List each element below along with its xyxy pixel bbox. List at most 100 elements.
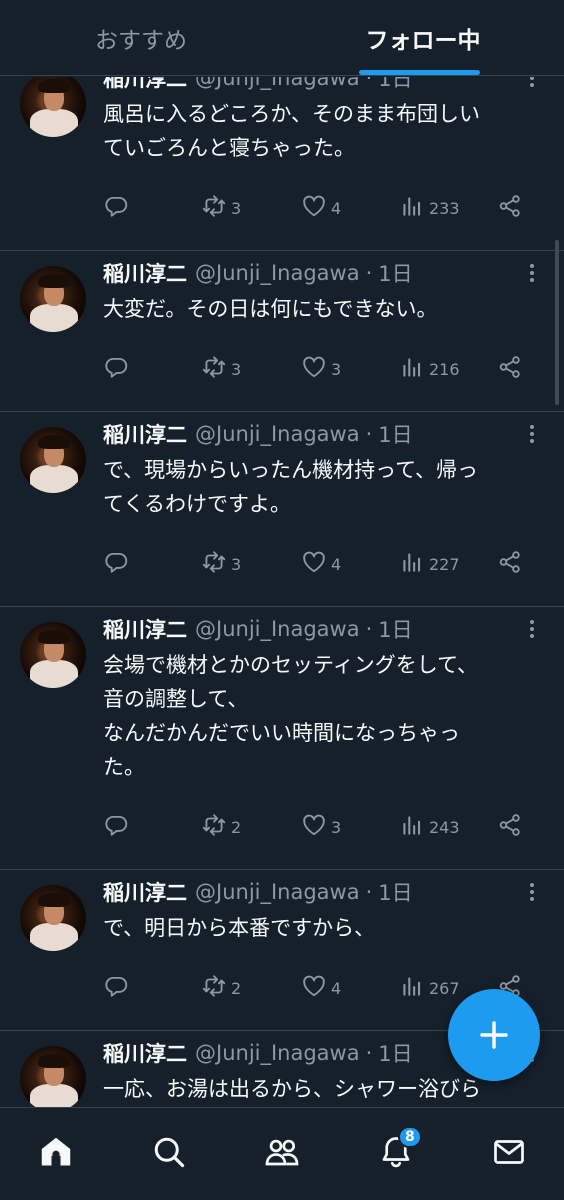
separator-dot: · xyxy=(365,617,373,641)
tweet-timestamp[interactable]: 1日 xyxy=(378,77,412,93)
tweet-header: 稲川淳二 @Junji_Inagawa · 1日 xyxy=(103,614,413,644)
reply-button[interactable] xyxy=(103,549,129,579)
like-count: 4 xyxy=(331,554,342,574)
reply-button[interactable] xyxy=(103,812,129,842)
tweet-timestamp[interactable]: 1日 xyxy=(378,877,412,907)
retweet-button[interactable]: 3 xyxy=(201,354,241,384)
tab-following[interactable]: フォロー中 xyxy=(282,0,564,76)
retweet-button[interactable]: 3 xyxy=(201,193,241,223)
like-button[interactable]: 4 xyxy=(301,973,341,1003)
reply-icon xyxy=(103,812,129,842)
like-button[interactable]: 4 xyxy=(301,193,341,223)
author-name[interactable]: 稲川淳二 xyxy=(103,419,187,449)
author-handle[interactable]: @Junji_Inagawa xyxy=(195,422,360,446)
reply-button[interactable] xyxy=(103,193,129,223)
more-options-icon[interactable] xyxy=(522,422,542,446)
search-icon xyxy=(154,1137,185,1168)
reply-button[interactable] xyxy=(103,354,129,384)
nav-communities[interactable] xyxy=(260,1130,304,1174)
retweet-button[interactable]: 2 xyxy=(201,812,241,842)
tweet-text: 風呂に入るどころか、そのまま布団しい ていごろんと寝ちゃった。 xyxy=(103,97,543,165)
avatar[interactable] xyxy=(20,622,86,688)
tweet-text-line: で、明日から本番ですから、 xyxy=(103,916,376,940)
avatar[interactable] xyxy=(20,1046,86,1107)
more-options-icon[interactable] xyxy=(522,261,542,285)
author-name[interactable]: 稲川淳二 xyxy=(103,1038,187,1068)
tweet-actions: 3 3 216 xyxy=(103,354,533,384)
avatar[interactable] xyxy=(20,266,86,332)
tweet[interactable]: 稲川淳二 @Junji_Inagawa · 1日 で、現場からいったん機材持って、帰って… xyxy=(0,413,564,607)
tweet-timestamp[interactable]: 1日 xyxy=(378,419,412,449)
author-handle[interactable]: @Junji_Inagawa xyxy=(195,1041,360,1065)
tweet-timestamp[interactable]: 1日 xyxy=(378,614,412,644)
author-name[interactable]: 稲川淳二 xyxy=(103,614,187,644)
tweet[interactable]: 稲川淳二 @Junji_Inagawa · 1日 会場で機材とかのセッティングをして、音… xyxy=(0,608,564,870)
more-options-icon[interactable] xyxy=(522,617,542,641)
tweet-timestamp[interactable]: 1日 xyxy=(378,1038,412,1068)
more-options-icon[interactable] xyxy=(522,880,542,904)
tweet-text-line: 会場で機材とかのセッティングをして、 xyxy=(103,653,479,677)
tweet-header: 稲川淳二 @Junji_Inagawa · 1日 xyxy=(103,1038,413,1068)
like-button[interactable]: 3 xyxy=(301,812,341,842)
nav-notifications[interactable]: 8 xyxy=(374,1126,422,1174)
share-button[interactable] xyxy=(497,812,523,842)
like-count: 3 xyxy=(331,359,342,379)
tweet-text-line: 風呂に入るどころか、そのまま布団しい xyxy=(103,102,480,126)
nav-search[interactable] xyxy=(147,1130,191,1174)
tweet-header: 稲川淳二 @Junji_Inagawa · 1日 xyxy=(103,258,413,288)
separator-dot: · xyxy=(365,880,373,904)
active-tab-indicator xyxy=(359,70,480,75)
retweet-count: 2 xyxy=(231,978,242,998)
view-count: 227 xyxy=(429,554,460,574)
separator-dot: · xyxy=(365,1041,373,1065)
share-button[interactable] xyxy=(497,354,523,384)
heart-icon xyxy=(301,812,327,842)
retweet-icon xyxy=(201,812,227,842)
mail-icon xyxy=(494,1140,524,1164)
retweet-button[interactable]: 2 xyxy=(201,973,241,1003)
avatar[interactable] xyxy=(20,77,86,137)
retweet-icon xyxy=(201,193,227,223)
author-handle[interactable]: @Junji_Inagawa xyxy=(195,617,360,641)
share-button[interactable] xyxy=(497,549,523,579)
tweet-actions: 3 4 227 xyxy=(103,549,533,579)
avatar[interactable] xyxy=(20,427,86,493)
timeline-feed[interactable]: 稲川淳二 @Junji_Inagawa · 1日 風呂に入るどころか、そのまま布団しいて… xyxy=(0,77,564,1107)
share-icon xyxy=(497,354,523,384)
compose-button[interactable] xyxy=(448,989,540,1081)
author-handle[interactable]: @Junji_Inagawa xyxy=(195,77,360,90)
retweet-button[interactable]: 3 xyxy=(201,549,241,579)
tweet-timestamp[interactable]: 1日 xyxy=(378,258,412,288)
author-handle[interactable]: @Junji_Inagawa xyxy=(195,261,360,285)
author-name[interactable]: 稲川淳二 xyxy=(103,877,187,907)
more-options-icon[interactable] xyxy=(522,77,542,90)
scrollbar[interactable] xyxy=(555,240,559,405)
views-button[interactable]: 227 xyxy=(399,549,460,579)
author-name[interactable]: 稲川淳二 xyxy=(103,258,187,288)
views-button[interactable]: 233 xyxy=(399,193,460,223)
tweet[interactable]: 稲川淳二 @Junji_Inagawa · 1日 大変だ。その日は何にもできない。 3 3 2… xyxy=(0,252,564,412)
tab-recommended[interactable]: おすすめ xyxy=(0,0,282,76)
avatar[interactable] xyxy=(20,885,86,951)
reply-button[interactable] xyxy=(103,973,129,1003)
tweet[interactable]: 稲川淳二 @Junji_Inagawa · 1日 風呂に入るどころか、そのまま布団しいて… xyxy=(0,77,564,251)
views-button[interactable]: 243 xyxy=(399,812,460,842)
like-button[interactable]: 4 xyxy=(301,549,341,579)
like-count: 4 xyxy=(331,978,342,998)
views-button[interactable]: 267 xyxy=(399,973,460,1003)
views-button[interactable]: 216 xyxy=(399,354,460,384)
tweet-text-line: ていごろんと寝ちゃった。 xyxy=(103,136,355,160)
like-button[interactable]: 3 xyxy=(301,354,341,384)
share-button[interactable] xyxy=(497,193,523,223)
separator-dot: · xyxy=(365,422,373,446)
reply-icon xyxy=(103,193,129,223)
views-icon xyxy=(399,812,425,842)
tweet-actions: 3 4 233 xyxy=(103,193,533,223)
heart-icon xyxy=(301,354,327,384)
author-name[interactable]: 稲川淳二 xyxy=(103,77,187,93)
author-handle[interactable]: @Junji_Inagawa xyxy=(195,880,360,904)
retweet-icon xyxy=(201,973,227,1003)
nav-messages[interactable] xyxy=(487,1130,531,1174)
tweet-header: 稲川淳二 @Junji_Inagawa · 1日 xyxy=(103,419,413,449)
nav-home[interactable] xyxy=(34,1130,78,1174)
